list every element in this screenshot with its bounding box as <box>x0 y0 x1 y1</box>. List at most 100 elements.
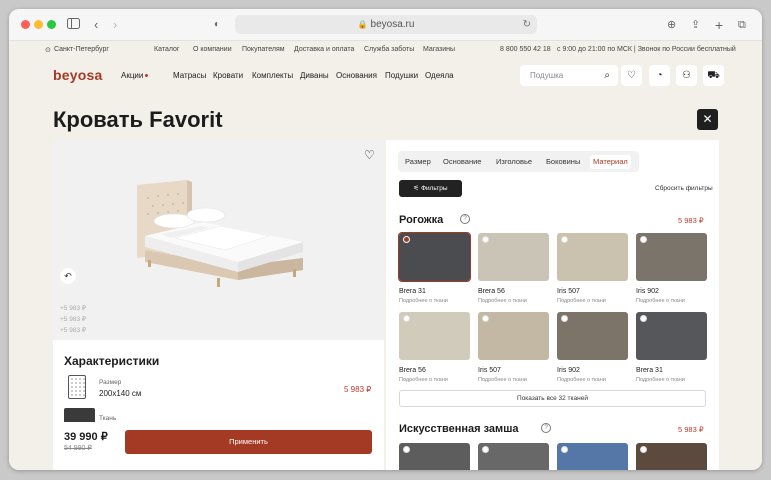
swatch-name: Iris 902 <box>636 288 659 295</box>
radio-icon <box>482 446 489 453</box>
nav-item-sofas[interactable]: Диваны <box>300 71 329 80</box>
fabric-details-link[interactable]: Подробнее о ткани <box>557 377 606 383</box>
search-input[interactable]: Подушка ⌕ <box>520 65 618 86</box>
promo-dot <box>145 74 149 78</box>
nav-item-promo[interactable]: Акции <box>121 71 149 80</box>
fabric-details-link[interactable]: Подробнее о ткани <box>478 298 527 304</box>
close-window-button[interactable] <box>21 20 30 29</box>
fabric-thumbnail <box>64 408 95 422</box>
fabric-swatch[interactable] <box>557 233 628 281</box>
address-bar[interactable]: 🔒 beyosa.ru ↻ <box>235 15 537 34</box>
filters-button[interactable]: ⚟ Фильтры <box>399 180 462 197</box>
swatch-name: Iris 507 <box>557 288 580 295</box>
configuration-panel: Размер Основание Изголовье Боковины Мате… <box>386 140 719 470</box>
size-value: 200x140 см <box>99 389 142 398</box>
radio-icon <box>640 315 647 322</box>
favorites-button[interactable]: ♡ <box>621 65 642 86</box>
fabric-details-link[interactable]: Подробнее о ткани <box>636 377 685 383</box>
topbar-link-stores[interactable]: Магазины <box>423 46 455 53</box>
top-info-bar: ⊙ Санкт-Петербург Каталог О компании Пок… <box>9 41 762 59</box>
sidebar-toggle-icon[interactable] <box>67 16 80 34</box>
reload-icon[interactable]: ↻ <box>523 15 531 34</box>
fabric-details-link[interactable]: Подробнее о ткани <box>399 377 448 383</box>
fabric-details-link[interactable]: Подробнее о ткани <box>399 298 448 304</box>
tab-headboard[interactable]: Изголовье <box>496 155 532 169</box>
fabric-swatch[interactable] <box>557 312 628 360</box>
location-icon: ⊙ <box>45 47 51 54</box>
tab-material[interactable]: Материал <box>590 155 631 169</box>
topbar-link-delivery[interactable]: Доставка и оплата <box>294 46 354 53</box>
topbar-link-catalog[interactable]: Каталог <box>154 46 179 53</box>
topbar-link-customers[interactable]: Покупателям <box>242 46 285 53</box>
fabric-swatch[interactable] <box>636 233 707 281</box>
new-tab-icon[interactable]: + <box>715 16 723 34</box>
product-image-area: ♡ ↶ +5 983 ₽ +5 983 ₽ +5 983 ₽ <box>53 140 384 340</box>
show-all-fabrics-button[interactable]: Показать все 32 тканей <box>399 390 706 407</box>
fabric-swatch[interactable] <box>636 312 707 360</box>
nav-item-mattresses[interactable]: Матрасы <box>173 71 206 80</box>
nav-item-beds[interactable]: Кровати <box>213 71 243 80</box>
swatch-name: Iris 507 <box>478 367 501 374</box>
favorite-heart-icon[interactable]: ♡ <box>364 148 375 162</box>
topbar-link-about[interactable]: О компании <box>193 46 232 53</box>
back-icon[interactable]: ‹ <box>94 16 98 34</box>
download-icon[interactable]: ⊕ <box>667 16 676 34</box>
cart-icon: ⛟ <box>707 70 720 81</box>
city-selector[interactable]: Санкт-Петербург <box>54 46 109 53</box>
phone-number[interactable]: 8 800 550 42 18 <box>500 46 551 53</box>
account-button[interactable]: ⚇ <box>676 65 697 86</box>
help-icon[interactable]: ? <box>460 214 470 224</box>
search-icon[interactable]: ⌕ <box>604 65 610 86</box>
forward-icon[interactable]: › <box>113 16 117 34</box>
product-preview-card: ♡ ↶ +5 983 ₽ +5 983 ₽ +5 983 ₽ Характери… <box>53 140 384 470</box>
help-icon[interactable]: ? <box>541 423 551 433</box>
fabric-details-link[interactable]: Подробнее о ткани <box>478 377 527 383</box>
fabric-details-link[interactable]: Подробнее о ткани <box>636 298 685 304</box>
fabric-swatch[interactable] <box>478 443 549 470</box>
nav-item-blankets[interactable]: Одеяла <box>425 71 454 80</box>
radio-icon <box>561 236 568 243</box>
compare-button[interactable]: ◔ <box>649 65 670 86</box>
section-price: 5 983 ₽ <box>678 425 704 434</box>
site-logo[interactable]: beyosa <box>53 67 102 83</box>
cart-button[interactable]: ⛟ <box>703 65 724 86</box>
product-configurator: Кровать Favorit ✕ ♡ ↶ +5 983 ₽ +5 983 ₽ … <box>9 92 762 470</box>
radio-icon <box>482 315 489 322</box>
fabric-swatch[interactable] <box>478 312 549 360</box>
nav-item-pillows[interactable]: Подушки <box>385 71 418 80</box>
fabric-swatch[interactable] <box>557 443 628 470</box>
config-tabs: Размер Основание Изголовье Боковины Мате… <box>398 151 639 172</box>
swatch-name: Brera 56 <box>399 367 426 374</box>
radio-icon <box>403 446 410 453</box>
minimize-window-button[interactable] <box>34 20 43 29</box>
rotate-view-icon[interactable]: ↶ <box>60 268 76 284</box>
fabric-swatch[interactable] <box>398 232 471 282</box>
shield-icon[interactable]: ◐ <box>214 16 220 34</box>
nav-item-sets[interactable]: Комплекты <box>252 71 293 80</box>
fabric-swatch[interactable] <box>478 233 549 281</box>
apply-button[interactable]: Применить <box>125 430 372 454</box>
close-button[interactable]: ✕ <box>697 109 718 130</box>
nav-item-bases[interactable]: Основания <box>336 71 377 80</box>
share-icon[interactable]: ⇪ <box>691 16 700 34</box>
size-price: 5 983 ₽ <box>344 385 372 394</box>
heart-icon: ♡ <box>627 70 636 81</box>
fabric-swatch[interactable] <box>399 443 470 470</box>
tab-base[interactable]: Основание <box>443 155 481 169</box>
radio-icon <box>640 446 647 453</box>
compare-icon: ◔ <box>656 70 663 81</box>
fabric-swatch[interactable] <box>399 312 470 360</box>
fabric-details-link[interactable]: Подробнее о ткани <box>557 298 606 304</box>
mattress-size-icon <box>68 375 86 399</box>
radio-icon <box>403 315 410 322</box>
fabric-swatch[interactable] <box>636 443 707 470</box>
tab-size[interactable]: Размер <box>405 155 431 169</box>
close-icon: ✕ <box>702 112 713 126</box>
radio-icon <box>482 236 489 243</box>
page-title: Кровать Favorit <box>53 107 223 132</box>
tab-sides[interactable]: Боковины <box>546 155 580 169</box>
zoom-window-button[interactable] <box>47 20 56 29</box>
tab-overview-icon[interactable]: ⧉ <box>738 16 746 34</box>
reset-filters-link[interactable]: Сбросить фильтры <box>655 185 713 192</box>
topbar-link-care[interactable]: Служба заботы <box>364 46 414 53</box>
